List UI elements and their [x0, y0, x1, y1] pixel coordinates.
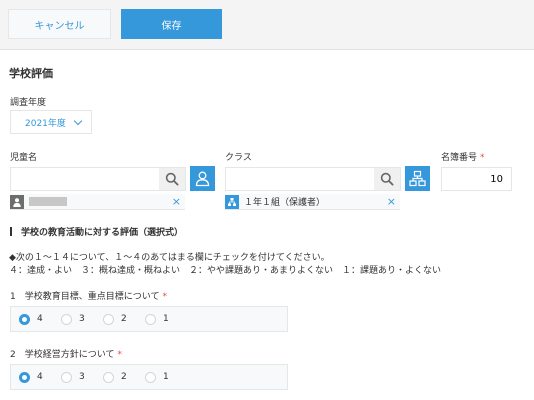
search-icon	[165, 172, 179, 186]
radio-unchecked[interactable]	[103, 371, 114, 383]
class-chip-label: １年１組（保護者）	[244, 198, 326, 208]
year-value: 2021年度	[25, 118, 66, 129]
year-label: 調査年度	[10, 98, 47, 108]
close-icon[interactable]: ×	[172, 195, 181, 208]
question-1-text: 1 学校教育目標、重点目標について	[10, 292, 160, 302]
student-name-masked	[29, 197, 67, 206]
q2-option-1[interactable]: 1	[145, 371, 187, 383]
class-search-button[interactable]	[374, 167, 401, 191]
chevron-down-icon	[73, 116, 83, 126]
radio-label: 3	[79, 372, 85, 382]
question-1-radio-group: 4 3 2 1	[10, 306, 288, 332]
student-chip: ×	[10, 194, 185, 210]
question-2-label: 2 学校経営方針について *	[10, 347, 122, 360]
radio-unchecked[interactable]	[103, 313, 114, 325]
cancel-button[interactable]: キャンセル	[8, 9, 111, 39]
radio-unchecked[interactable]	[61, 313, 72, 325]
org-chart-icon	[409, 170, 426, 187]
close-icon[interactable]: ×	[387, 195, 396, 208]
class-chip: １年１組（保護者） ×	[225, 194, 400, 210]
student-label: 児童名	[10, 153, 38, 163]
question-2-text: 2 学校経営方針について	[10, 350, 115, 360]
q1-option-3[interactable]: 3	[61, 313, 103, 325]
radio-label: 2	[121, 372, 127, 382]
class-label: クラス	[225, 153, 252, 163]
radio-checked[interactable]	[19, 371, 30, 383]
question-2-radio-group: 4 3 2 1	[10, 364, 288, 390]
radio-label: 1	[163, 314, 169, 324]
required-mark: *	[117, 350, 122, 360]
class-search-input[interactable]	[225, 167, 375, 191]
user-select-button[interactable]	[190, 166, 215, 191]
radio-label: 2	[121, 314, 127, 324]
radio-unchecked[interactable]	[145, 371, 156, 383]
radio-unchecked[interactable]	[145, 313, 156, 325]
q1-option-1[interactable]: 1	[145, 313, 187, 325]
q1-option-4[interactable]: 4	[19, 313, 61, 325]
toolbar: キャンセル 保存	[0, 0, 534, 50]
roster-no-input[interactable]	[441, 167, 512, 191]
section-heading: 学校の教育活動に対する評価（選択式）	[10, 225, 183, 238]
radio-checked[interactable]	[19, 313, 30, 325]
radio-label: 1	[163, 372, 169, 382]
question-1-label: 1 学校教育目標、重点目標について *	[10, 289, 167, 302]
roster-no-label-text: 名簿番号	[441, 153, 478, 163]
student-search-input[interactable]	[10, 167, 160, 191]
user-icon	[195, 171, 210, 187]
q2-option-3[interactable]: 3	[61, 371, 103, 383]
radio-label: 3	[79, 314, 85, 324]
org-select-button[interactable]	[405, 166, 430, 191]
save-button[interactable]: 保存	[121, 9, 222, 39]
year-select[interactable]: 2021年度	[10, 110, 92, 134]
required-mark: *	[162, 292, 167, 302]
page-title: 学校評価	[9, 67, 53, 80]
student-search-button[interactable]	[159, 167, 186, 191]
section-number	[10, 227, 12, 236]
org-chart-icon	[225, 194, 239, 209]
user-icon	[10, 194, 24, 209]
instruction-line-1: ◆次の１～１４について、１～４のあてはまる欄にチェックを付けてください。	[9, 253, 330, 263]
q2-option-2[interactable]: 2	[103, 371, 145, 383]
required-mark: *	[480, 153, 485, 163]
q2-option-4[interactable]: 4	[19, 371, 61, 383]
section-title: 学校の教育活動に対する評価（選択式）	[21, 228, 184, 238]
instruction-line-2: ４：達成・よい ３：概ね達成・概ねよい ２：やや課題あり・あまりよくない １：課…	[9, 266, 442, 276]
search-icon	[380, 172, 394, 186]
radio-unchecked[interactable]	[61, 371, 72, 383]
radio-label: 4	[37, 372, 43, 382]
roster-no-label: 名簿番号 *	[441, 150, 485, 163]
radio-label: 4	[37, 314, 43, 324]
q1-option-2[interactable]: 2	[103, 313, 145, 325]
